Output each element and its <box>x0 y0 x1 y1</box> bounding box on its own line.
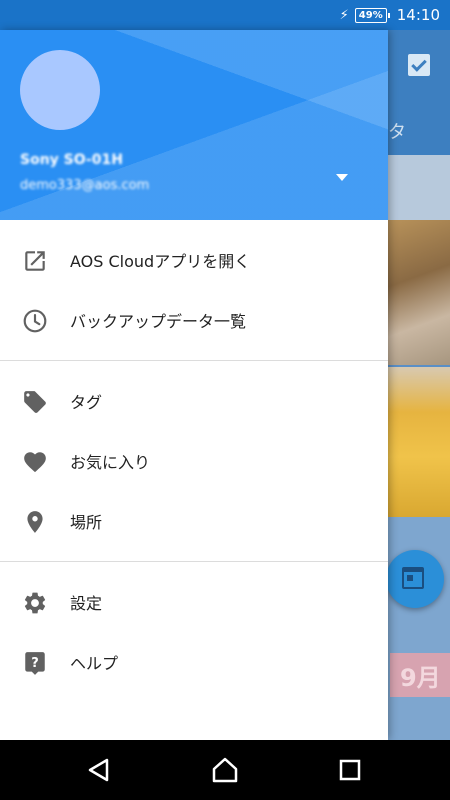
menu-item-backup-list[interactable]: バックアップデータ一覧 <box>0 290 388 350</box>
menu-item-label: ヘルプ <box>70 654 119 673</box>
recents-icon[interactable] <box>334 754 366 786</box>
location-pin-icon <box>27 511 43 533</box>
menu-item-settings[interactable]: 設定 <box>0 572 388 632</box>
menu-item-places[interactable]: 場所 <box>0 491 388 551</box>
help-icon: ? <box>25 652 45 675</box>
month-badge: 9月 <box>390 653 450 697</box>
avatar[interactable] <box>20 50 100 130</box>
calendar-icon <box>402 567 424 589</box>
status-bar: ⚡ 49% 14:10 <box>0 0 450 30</box>
system-nav-bar <box>0 740 450 800</box>
status-icons: ⚡ 49% 14:10 <box>340 0 440 30</box>
clock-icon <box>23 309 47 333</box>
background-toolbar: タ <box>388 30 450 155</box>
heart-icon <box>24 452 46 473</box>
background-title: タ <box>388 122 406 143</box>
menu-item-label: 設定 <box>70 594 103 613</box>
open-external-icon <box>25 251 45 271</box>
calendar-fab-button[interactable] <box>388 550 444 608</box>
menu-item-open-aos-cloud[interactable]: AOS Cloudアプリを開く <box>0 230 388 290</box>
navigation-drawer: Sony SO-01H demo333@aos.com AOS Cloudアプリ… <box>0 30 388 740</box>
gear-icon <box>24 592 46 614</box>
menu-item-label: お気に入り <box>70 453 151 472</box>
menu-item-label: 場所 <box>70 513 103 532</box>
svg-text:?: ? <box>31 656 39 671</box>
menu-item-label: AOS Cloudアプリを開く <box>70 252 251 271</box>
drawer-header: Sony SO-01H demo333@aos.com <box>0 30 388 220</box>
tag-icon <box>24 391 46 413</box>
menu-item-label: バックアップデータ一覧 <box>70 312 247 331</box>
menu-item-tags[interactable]: タグ <box>0 371 388 431</box>
drawer-menu: AOS Cloudアプリを開く バックアップデータ一覧 タグ お気に入り 場所 … <box>0 220 388 692</box>
menu-item-help[interactable]: ? ヘルプ <box>0 632 388 692</box>
battery-icon: 49% <box>354 7 390 23</box>
menu-item-label: タグ <box>70 393 103 412</box>
account-name: Sony SO-01H <box>20 152 123 168</box>
photo-thumbnail[interactable] <box>388 367 450 517</box>
photo-thumbnail[interactable] <box>388 220 450 365</box>
checkbox-checked-icon[interactable] <box>408 54 430 76</box>
charging-bolt-icon: ⚡ <box>339 7 349 23</box>
dropdown-arrow-icon[interactable] <box>335 172 349 182</box>
menu-item-favorites[interactable]: お気に入り <box>0 431 388 491</box>
battery-level: 49% <box>358 9 383 21</box>
background-strip <box>388 155 450 220</box>
back-icon[interactable] <box>83 754 115 786</box>
clock-time: 14:10 <box>396 6 440 24</box>
background-app: タ 9月 <box>388 30 450 740</box>
account-email: demo333@aos.com <box>20 178 150 193</box>
home-icon[interactable] <box>209 754 241 786</box>
